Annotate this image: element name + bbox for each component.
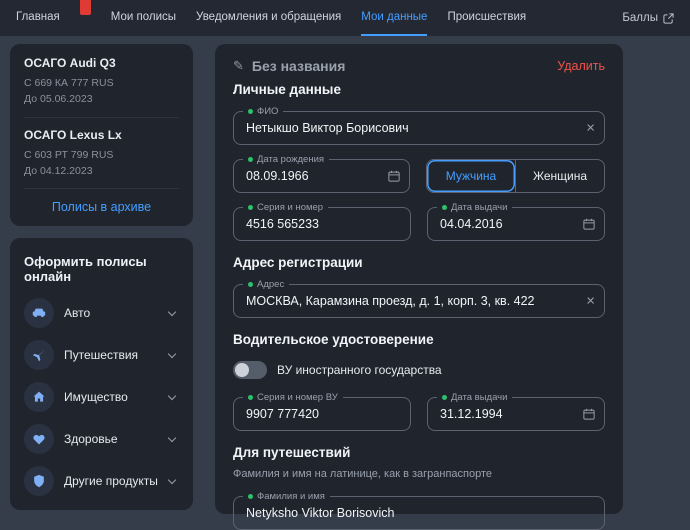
external-link-icon [663,13,674,24]
filled-dot [248,109,253,114]
product-item-other[interactable]: Другие продукты [24,460,179,502]
product-item-health[interactable]: Здоровье [24,418,179,460]
chevron-down-icon [168,349,176,357]
main-nav: Главная Мои полисы Уведомления и обращен… [16,0,526,36]
top-nav: Главная Мои полисы Уведомления и обращен… [0,0,690,36]
foreign-license-toggle-row: ВУ иностранного государства [233,361,605,379]
calendar-icon[interactable] [388,170,400,182]
gender-female-button[interactable]: Женщина [515,160,604,192]
policy-title: ОСАГО Audi Q3 [24,56,179,70]
filled-dot [248,205,253,210]
clear-icon[interactable]: × [586,121,595,136]
chevron-down-icon [168,391,176,399]
chevron-down-icon [168,433,176,441]
heart-icon [24,424,54,454]
toggle-knob [235,363,249,377]
policy-card-audi[interactable]: ОСАГО Audi Q3 С 669 КА 777 RUS До 05.06.… [24,46,179,118]
foreign-license-toggle[interactable] [233,361,267,379]
fio-label: ФИО [243,105,283,118]
policy-card-lexus[interactable]: ОСАГО Lexus Lx С 603 РТ 799 RUS До 04.12… [24,118,179,190]
form-title: Без названия [252,58,346,74]
policy-plate: С 669 КА 777 RUS [24,75,179,91]
filled-dot [248,157,253,162]
license-number-field: Серия и номер ВУ [233,397,411,431]
points-label: Баллы [622,12,658,24]
birth-date-label: Дата рождения [243,153,329,166]
nav-item-notifications[interactable]: Уведомления и обращения [196,0,341,36]
filled-dot [248,282,253,287]
clear-icon[interactable]: × [586,294,595,309]
address-field: Адрес × [233,284,605,318]
filled-dot [248,395,253,400]
products-panel: Оформить полисы онлайн Авто Путешествия [10,238,193,510]
license-row: Серия и номер ВУ Дата выдачи [233,397,605,431]
chevron-down-icon [168,475,176,483]
section-personal-heading: Личные данные [233,82,605,97]
plane-icon [24,340,54,370]
passport-issue-date-label: Дата выдачи [437,201,512,214]
chevron-down-icon [168,307,176,315]
section-license-heading: Водительское удостоверение [233,332,605,347]
passport-row: Серия и номер Дата выдачи [233,207,605,241]
travel-caption: Фамилия и имя на латинице, как в загранп… [233,468,605,480]
policy-title: ОСАГО Lexus Lx [24,128,179,142]
edit-icon[interactable]: ✎ [233,58,244,74]
product-label: Путешествия [64,348,159,362]
section-travel-heading: Для путешествий [233,445,605,460]
foreign-license-toggle-label: ВУ иностранного государства [277,363,442,377]
product-item-auto[interactable]: Авто [24,292,179,334]
product-item-property[interactable]: Имущество [24,376,179,418]
product-label: Другие продукты [64,474,159,488]
nav-item-incidents[interactable]: Происшествия [447,0,526,36]
gender-toggle-group: Мужчина Женщина [426,159,605,193]
calendar-icon[interactable] [583,218,595,230]
policy-plate: С 603 РТ 799 RUS [24,147,179,163]
address-label: Адрес [243,278,289,291]
travel-name-field: Фамилия и имя [233,496,605,530]
passport-number-label: Серия и номер [243,201,328,214]
nav-item-home[interactable]: Главная [16,0,60,36]
sidebar: ОСАГО Audi Q3 С 669 КА 777 RUS До 05.06.… [10,44,193,510]
birth-gender-row: Дата рождения Мужчина Женщина [233,159,605,193]
home-icon [24,382,54,412]
policy-valid-until: До 04.12.2023 [24,163,179,179]
product-label: Имущество [64,390,159,404]
brand-flag-logo [80,0,91,15]
license-issue-date-field: Дата выдачи [427,397,605,431]
app-root: Главная Мои полисы Уведомления и обращен… [0,0,690,498]
gender-male-button[interactable]: Мужчина [427,160,515,192]
nav-item-my-data[interactable]: Мои данные [361,0,427,36]
product-item-travel[interactable]: Путешествия [24,334,179,376]
calendar-icon[interactable] [583,408,595,420]
shield-icon [24,466,54,496]
birth-date-field: Дата рождения [233,159,410,193]
policies-panel: ОСАГО Audi Q3 С 669 КА 777 RUS До 05.06.… [10,44,193,226]
passport-issue-date-field: Дата выдачи [427,207,605,241]
product-label: Здоровье [64,432,159,446]
policy-valid-until: До 05.06.2023 [24,91,179,107]
filled-dot [248,494,253,499]
products-title: Оформить полисы онлайн [24,254,179,284]
profile-form-panel: ✎ Без названия Удалить Личные данные ФИО… [215,44,623,514]
license-issue-date-label: Дата выдачи [437,391,512,404]
nav-item-policies[interactable]: Мои полисы [111,0,176,36]
points-link[interactable]: Баллы [622,12,674,24]
fio-input[interactable] [234,112,604,144]
archived-policies-link[interactable]: Полисы в архиве [24,189,179,220]
fio-field: ФИО × [233,111,605,145]
car-icon [24,298,54,328]
filled-dot [442,395,447,400]
section-address-heading: Адрес регистрации [233,255,605,270]
form-header: ✎ Без названия Удалить [233,58,605,74]
passport-number-field: Серия и номер [233,207,411,241]
license-number-label: Серия и номер ВУ [243,391,343,404]
product-label: Авто [64,306,159,320]
address-input[interactable] [234,285,604,317]
filled-dot [442,205,447,210]
travel-name-label: Фамилия и имя [243,490,330,503]
delete-button[interactable]: Удалить [557,59,605,73]
